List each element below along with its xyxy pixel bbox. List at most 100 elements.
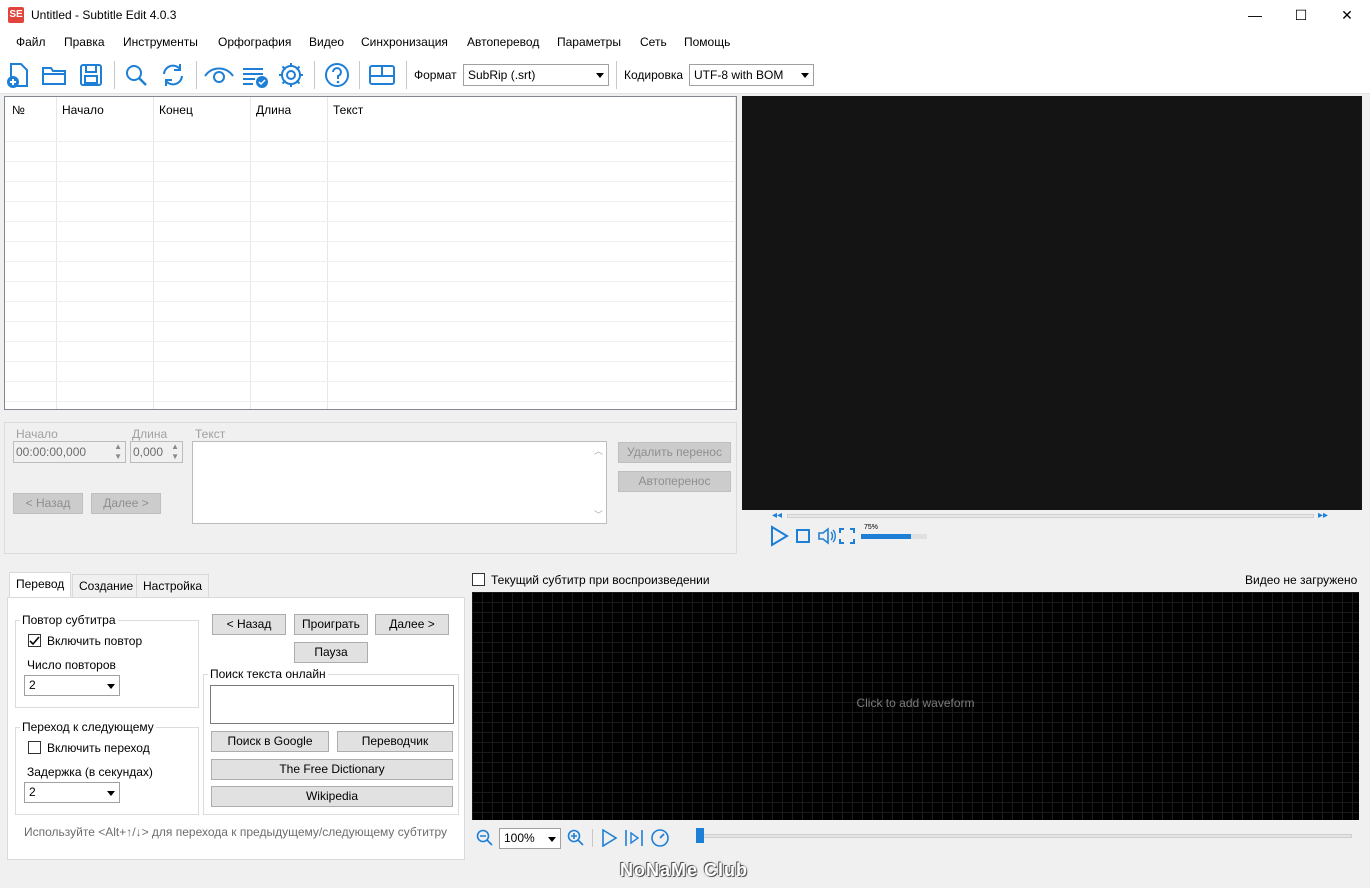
format-select[interactable]: SubRip (.srt): [463, 64, 609, 86]
minimize-button[interactable]: —: [1232, 0, 1278, 31]
find-icon[interactable]: [122, 61, 150, 89]
stop-icon[interactable]: [795, 528, 811, 544]
enable-repeat-checkbox[interactable]: [28, 634, 41, 647]
start-time-input[interactable]: 00:00:00,000 ▲ ▼: [13, 441, 126, 463]
tab-adjust[interactable]: Настройка: [136, 574, 210, 597]
play-button[interactable]: Проиграть: [294, 614, 368, 635]
maximize-button[interactable]: ☐: [1278, 0, 1324, 31]
play-selection-icon[interactable]: [624, 829, 644, 847]
visual-sync-icon[interactable]: [203, 61, 235, 89]
menu-video[interactable]: Видео: [309, 35, 344, 49]
col-duration[interactable]: Длина: [256, 103, 291, 117]
volume-fill: [861, 534, 911, 539]
spell-check-icon[interactable]: [241, 61, 269, 89]
window-title: Untitled - Subtitle Edit 4.0.3: [31, 8, 177, 22]
enable-next-checkbox[interactable]: [28, 741, 41, 754]
toolbar: Формат SubRip (.srt) Кодировка UTF-8 wit…: [0, 55, 1370, 94]
prev-subtitle-button[interactable]: < Назад: [13, 493, 83, 514]
next-subtitle-button[interactable]: Далее >: [91, 493, 161, 514]
replace-icon[interactable]: [159, 61, 187, 89]
volume-icon[interactable]: [817, 527, 837, 545]
scroll-down-icon[interactable]: ﹀: [594, 508, 603, 521]
repeat-group: Повтор субтитра Включить повтор Число по…: [15, 613, 199, 708]
start-time-value: 00:00:00,000: [16, 445, 87, 459]
volume-slider[interactable]: [861, 534, 927, 539]
search-group-title: Поиск текста онлайн: [208, 667, 328, 681]
menu-autotranslate[interactable]: Автоперевод: [467, 35, 539, 49]
delay-label: Задержка (в секундах): [27, 765, 153, 779]
watermark: NoNaMe Club: [620, 860, 748, 880]
free-dictionary-button[interactable]: The Free Dictionary: [211, 759, 453, 780]
forward-button[interactable]: Далее >: [375, 614, 449, 635]
subtitle-grid[interactable]: № Начало Конец Длина Текст: [4, 96, 737, 410]
col-number[interactable]: №: [12, 103, 25, 117]
playback-speed-icon[interactable]: [650, 828, 670, 848]
col-end[interactable]: Конец: [159, 103, 193, 117]
duration-input[interactable]: 0,000 ▲ ▼: [130, 441, 183, 463]
waveform-play-icon[interactable]: [600, 829, 618, 847]
play-icon[interactable]: [768, 525, 790, 547]
enable-repeat-label: Включить повтор: [47, 634, 143, 648]
text-label: Текст: [195, 427, 226, 441]
menu-edit[interactable]: Правка: [64, 35, 105, 49]
video-player[interactable]: [742, 96, 1362, 510]
settings-icon[interactable]: [277, 61, 305, 89]
subtitle-text-area[interactable]: ︿ ﹀: [192, 441, 607, 524]
col-start[interactable]: Начало: [62, 103, 104, 117]
pause-button[interactable]: Пауза: [294, 642, 368, 663]
layout-icon[interactable]: [368, 61, 396, 89]
chevron-down-icon: [548, 837, 556, 842]
menu-tools[interactable]: Инструменты: [123, 35, 198, 49]
zoom-in-icon[interactable]: [567, 829, 585, 847]
waveform-position-slider[interactable]: [697, 834, 1352, 838]
menu-bar: Файл Правка Инструменты Орфография Видео…: [0, 31, 1370, 55]
repeat-count-label: Число повторов: [27, 658, 116, 672]
close-button[interactable]: ✕: [1324, 0, 1370, 31]
delay-select[interactable]: 2: [24, 782, 120, 803]
show-current-subtitle-checkbox[interactable]: [472, 573, 485, 586]
volume-percent: 75%: [864, 524, 879, 531]
open-folder-icon[interactable]: [40, 61, 68, 89]
wikipedia-button[interactable]: Wikipedia: [211, 786, 453, 807]
fast-forward-icon[interactable]: ▸▸: [1318, 510, 1328, 521]
tab-translate[interactable]: Перевод: [9, 572, 72, 597]
remove-line-break-button[interactable]: Удалить перенос: [618, 442, 731, 463]
translator-button[interactable]: Переводчик: [337, 731, 453, 752]
menu-network[interactable]: Сеть: [640, 35, 667, 49]
tab-create[interactable]: Создание: [72, 574, 141, 597]
col-text[interactable]: Текст: [333, 103, 363, 117]
menu-sync[interactable]: Синхронизация: [361, 35, 448, 49]
rewind-icon[interactable]: ◂◂: [772, 510, 782, 521]
menu-file[interactable]: Файл: [16, 35, 46, 49]
menu-spellcheck[interactable]: Орфография: [218, 35, 291, 49]
chevron-down-icon: [801, 73, 809, 78]
video-position-slider[interactable]: [787, 514, 1314, 518]
menu-help[interactable]: Помощь: [684, 35, 730, 49]
waveform-placeholder[interactable]: Click to add waveform: [472, 696, 1359, 710]
waveform-slider-thumb[interactable]: [696, 828, 704, 843]
chevron-down-icon: [596, 73, 604, 78]
menu-options[interactable]: Параметры: [557, 35, 621, 49]
edit-panel: Начало 00:00:00,000 ▲ ▼ Длина 0,000 ▲ ▼ Те…: [4, 422, 737, 554]
duration-value: 0,000: [133, 445, 164, 459]
repeat-count-select[interactable]: 2: [24, 675, 120, 696]
repeat-count-value: 2: [29, 678, 36, 692]
scroll-up-icon[interactable]: ︿: [594, 444, 603, 457]
next-group: Переход к следующему Включить переход За…: [15, 720, 199, 815]
zoom-select[interactable]: 100%: [499, 828, 561, 849]
zoom-out-icon[interactable]: [476, 829, 494, 847]
repeat-group-title: Повтор субтитра: [20, 613, 118, 627]
search-text-input[interactable]: [210, 685, 454, 724]
navigation-hint: Используйте <Alt+↑/↓> для перехода к пре…: [24, 825, 448, 839]
google-search-button[interactable]: Поиск в Google: [211, 731, 329, 752]
save-icon[interactable]: [77, 61, 105, 89]
fullscreen-icon[interactable]: [839, 528, 855, 544]
encoding-select[interactable]: UTF-8 with BOM: [689, 64, 814, 86]
zoom-value: 100%: [504, 831, 535, 845]
encoding-label: Кодировка: [624, 68, 684, 82]
new-file-icon[interactable]: [4, 61, 32, 89]
back-button[interactable]: < Назад: [212, 614, 286, 635]
auto-break-button[interactable]: Автоперенос: [618, 471, 731, 492]
waveform-panel[interactable]: Click to add waveform: [472, 592, 1359, 820]
help-icon[interactable]: [323, 61, 351, 89]
